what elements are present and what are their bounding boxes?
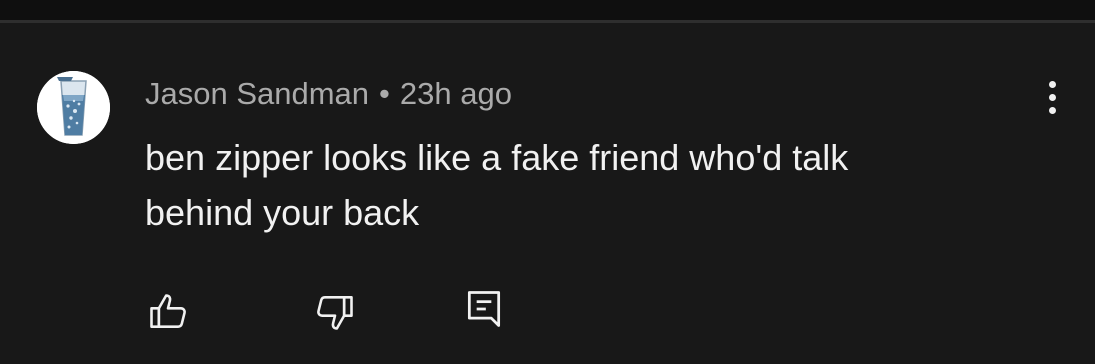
more-vertical-icon-dot <box>1048 93 1056 101</box>
thumbs-down-icon <box>317 296 353 330</box>
like-button[interactable] <box>144 288 192 336</box>
avatar[interactable] <box>37 71 110 144</box>
thumbs-up-icon <box>150 294 186 328</box>
dislike-button[interactable] <box>311 288 359 336</box>
comment-text: ben zipper looks like a fake friend who'… <box>145 130 1025 240</box>
comment-text-line: behind your back <box>145 192 420 233</box>
reply-button[interactable] <box>460 285 508 333</box>
divider <box>0 20 1095 23</box>
comment-timestamp: 23h ago <box>399 76 512 111</box>
glass-of-water-icon <box>37 71 110 144</box>
more-vertical-icon <box>1048 80 1056 88</box>
top-strip <box>0 0 1095 20</box>
reply-comment-icon <box>467 291 501 327</box>
more-vertical-icon-dot <box>1048 106 1056 114</box>
comment-meta: Jason Sandman • 23h ago <box>145 76 512 112</box>
comment-text-line: ben zipper looks like a fake friend who'… <box>145 137 849 178</box>
meta-separator: • <box>379 76 390 111</box>
more-options-button[interactable] <box>1036 73 1068 121</box>
author-name[interactable]: Jason Sandman <box>145 76 369 111</box>
